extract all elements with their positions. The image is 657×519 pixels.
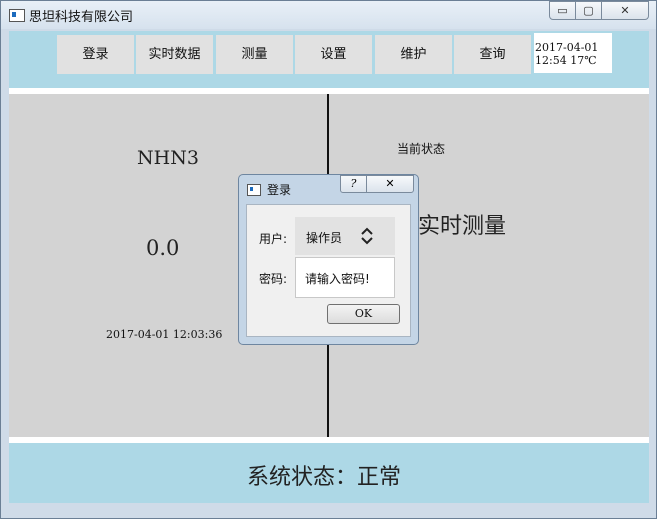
nav-maintenance-button[interactable]: 维护 [375,35,452,74]
window-title: 思坦科技有限公司 [29,10,134,25]
dialog-body: 用户: 操作员 密码: 请输入密码! OK [246,204,411,337]
clock-time-temperature: 12:54 17℃ [535,54,597,67]
nav-settings-button[interactable]: 设置 [295,35,372,74]
nav-query-button[interactable]: 查询 [454,35,531,74]
password-input[interactable]: 请输入密码! [295,257,395,298]
clock-date: 2017-04-01 [535,41,599,54]
minimize-button[interactable]: ▭ [549,1,576,20]
nav-realtime-data-button[interactable]: 实时数据 [136,35,213,74]
ok-button[interactable]: OK [327,304,400,324]
user-label: 用户: [259,232,288,246]
user-select-value: 操作员 [306,231,343,245]
current-state-value: 实时测量 [418,214,507,239]
clock-display: 2017-04-01 12:54 17℃ [534,33,612,73]
maximize-icon: ▢ [583,4,594,17]
nav-login-button[interactable]: 登录 [57,35,134,74]
user-select[interactable]: 操作员 [295,217,395,255]
main-window: 思坦科技有限公司 ▭ ▢ ✕ 登录 实时数据 测量 设置 维护 查询 2017-… [0,0,657,519]
measurement-timestamp: 2017-04-01 12:03:36 [106,328,223,341]
system-status-text: 系统状态：正常 [247,465,402,490]
app-icon [9,9,25,22]
status-bar: 系统状态：正常 [9,443,649,503]
gas-name: NHN3 [137,147,199,169]
dialog-help-button[interactable]: ? [340,175,367,193]
nav-measure-button[interactable]: 测量 [216,35,293,74]
dialog-close-button[interactable]: ✕ [366,175,414,193]
dialog-app-icon [247,184,261,196]
top-nav-bar: 登录 实时数据 测量 设置 维护 查询 2017-04-01 12:54 17℃ [9,31,649,88]
updown-chevron-icon [361,227,373,245]
dialog-title: 登录 [267,183,292,197]
title-bar[interactable]: 思坦科技有限公司 ▭ ▢ ✕ [1,1,656,29]
help-icon: ? [350,177,357,190]
login-dialog: 登录 ? ✕ 用户: 操作员 密码: 请输入密码! OK [238,174,419,345]
close-icon: ✕ [385,177,395,190]
password-label: 密码: [259,272,288,286]
minimize-icon: ▭ [557,4,568,17]
current-state-label: 当前状态 [397,142,446,156]
gas-value: 0.0 [146,236,180,260]
close-icon: ✕ [620,4,630,17]
maximize-button[interactable]: ▢ [575,1,602,20]
close-button[interactable]: ✕ [601,1,649,20]
